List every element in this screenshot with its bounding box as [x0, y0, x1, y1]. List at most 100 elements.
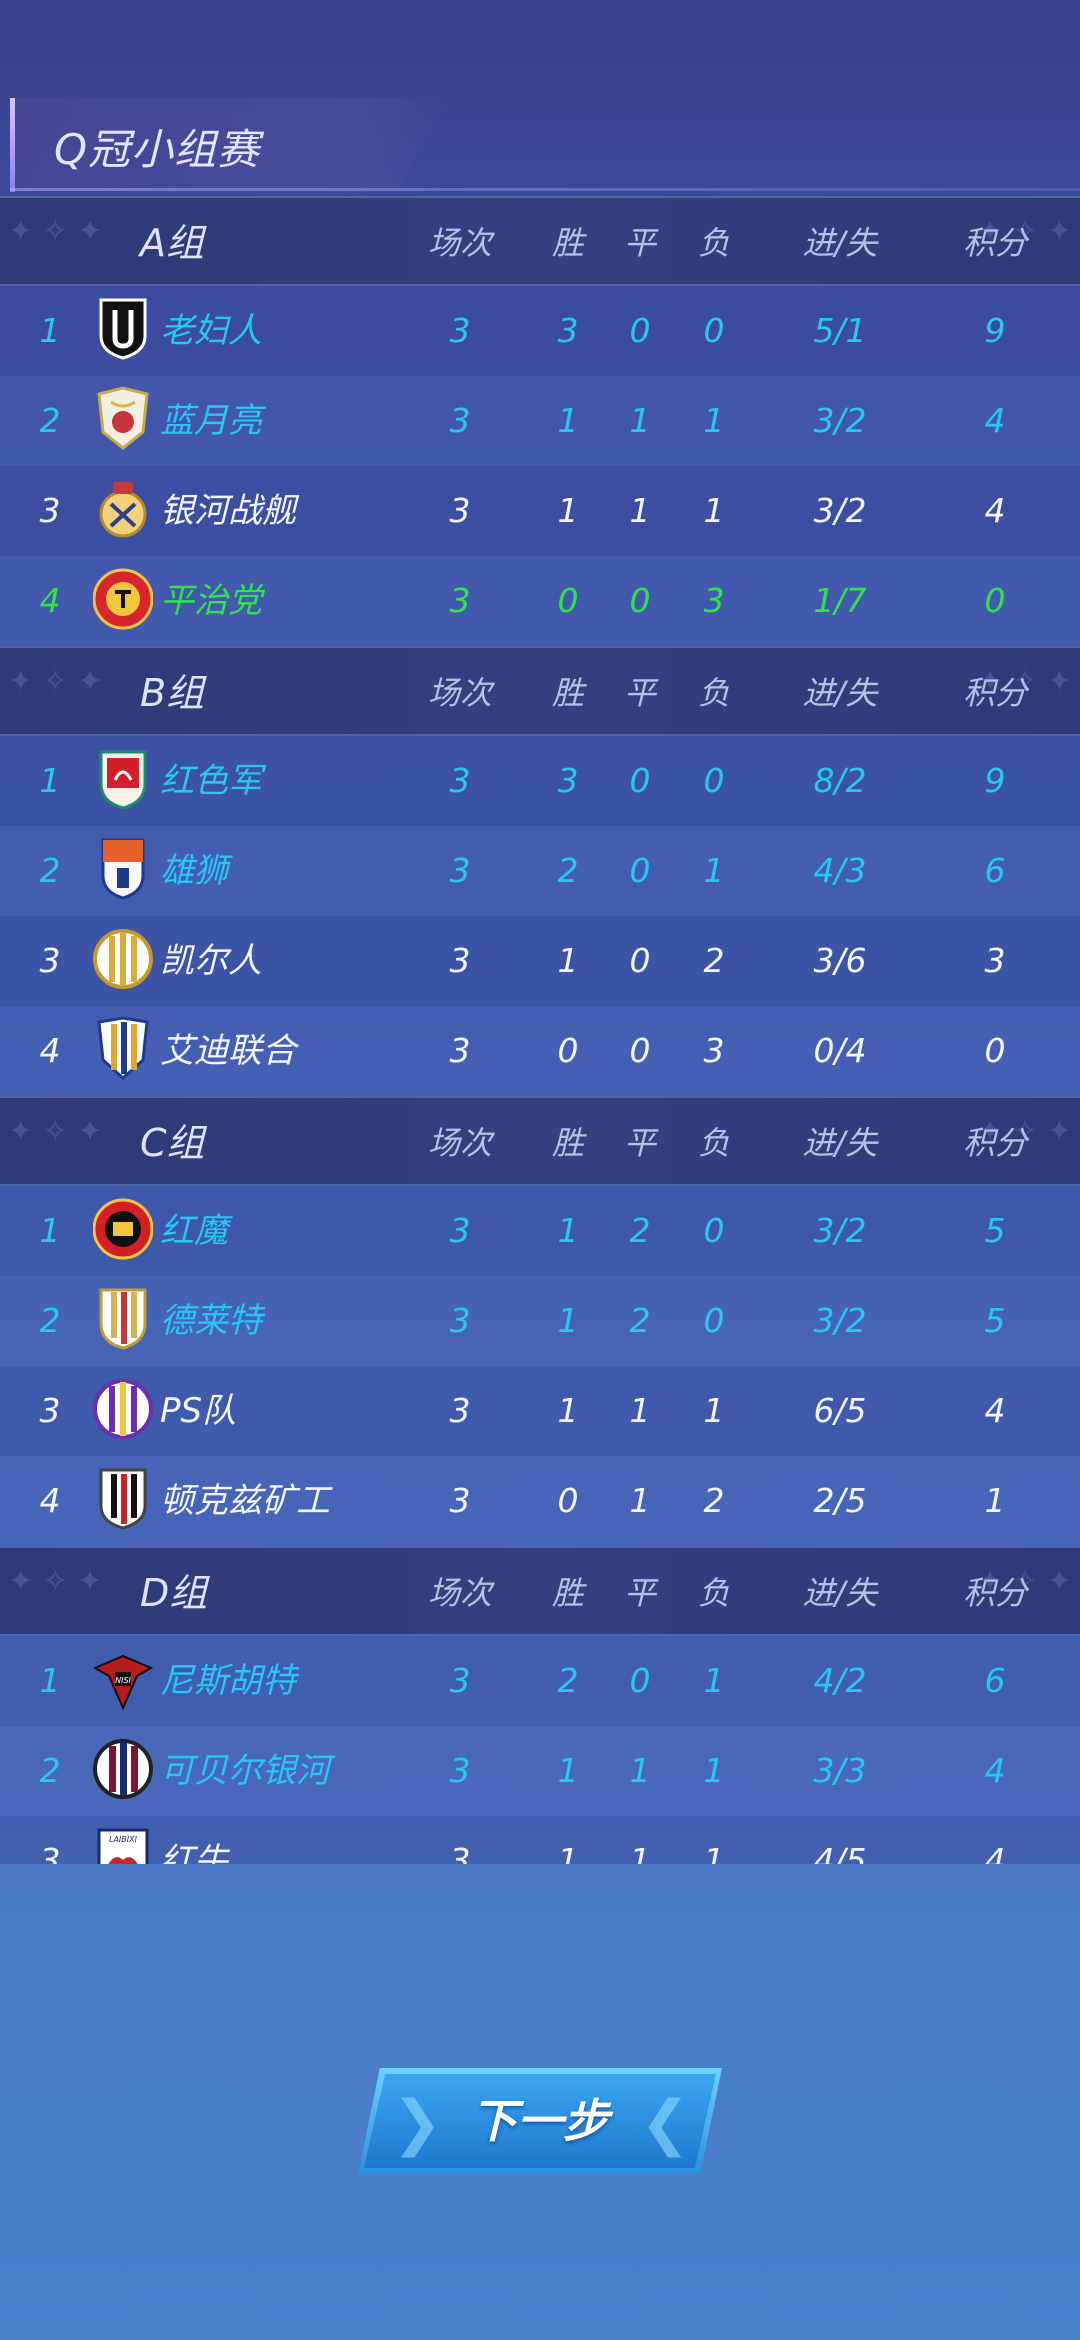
- team-points: 0: [984, 581, 1006, 620]
- team-lost: 1: [703, 1841, 725, 1864]
- team-lost: 1: [703, 1751, 725, 1790]
- team-row[interactable]: 2 蓝月亮 3 1 1 1 3/2 4: [0, 376, 1080, 466]
- team-lost: 0: [703, 1211, 725, 1250]
- team-goals: 3/2: [813, 491, 867, 530]
- crest-white-logo: [90, 386, 156, 456]
- maroon-stripes-logo: [90, 1736, 156, 1806]
- team-row[interactable]: 2 可贝尔银河 3 1 1 1 3/3 4: [0, 1726, 1080, 1816]
- header-goals: 进/失: [802, 674, 878, 712]
- team-drawn: 1: [629, 401, 651, 440]
- team-drawn: 1: [629, 1391, 651, 1430]
- team-name: 红色军: [160, 761, 262, 801]
- team-lost: 1: [703, 1391, 725, 1430]
- crest-red-logo: [90, 566, 156, 636]
- header-played: 场次: [427, 1124, 492, 1162]
- group-name: A组: [140, 221, 204, 265]
- team-played: 3: [449, 311, 471, 350]
- team-drawn: 0: [629, 1661, 651, 1700]
- team-goals: 3/2: [813, 1301, 867, 1340]
- team-goals: 3/2: [813, 401, 867, 440]
- header-goals: 进/失: [802, 1574, 878, 1612]
- group-header: D组 场次 胜 平 负 进/失 积分: [0, 1546, 1080, 1636]
- team-goals: 6/5: [813, 1391, 867, 1430]
- team-played: 3: [449, 761, 471, 800]
- team-drawn: 1: [629, 1751, 651, 1790]
- page-title: Q冠小组赛: [54, 125, 261, 174]
- team-lost: 0: [703, 1301, 725, 1340]
- team-played: 3: [449, 1031, 471, 1070]
- team-rank: 3: [39, 1841, 61, 1864]
- team-row[interactable]: 2 雄狮 3 2 0 1 4/3 6: [0, 826, 1080, 916]
- header-played: 场次: [427, 674, 492, 712]
- title-bar: Q冠小组赛: [10, 98, 450, 192]
- team-lost: 2: [703, 1481, 725, 1520]
- team-won: 1: [557, 1301, 579, 1340]
- team-row[interactable]: 1 老妇人 3 3 0 0 5/1 9: [0, 286, 1080, 376]
- header-drawn: 平: [623, 224, 656, 262]
- team-row[interactable]: 2 德莱特 3 1 2 0 3/2 5: [0, 1276, 1080, 1366]
- team-name: 银河战舰: [160, 491, 296, 531]
- header-goals: 进/失: [802, 1124, 878, 1162]
- team-points: 0: [984, 1031, 1006, 1070]
- team-row[interactable]: 3 银河战舰 3 1 1 1 3/2 4: [0, 466, 1080, 556]
- header-drawn: 平: [623, 1124, 656, 1162]
- header-points: 积分: [962, 1574, 1027, 1612]
- team-won: 1: [557, 491, 579, 530]
- team-row[interactable]: 1 NISI 尼斯胡特 3 2 0 1 4/2 6: [0, 1636, 1080, 1726]
- team-goals: 8/2: [813, 761, 867, 800]
- team-points: 4: [984, 401, 1006, 440]
- team-rank: 1: [39, 311, 61, 350]
- team-row[interactable]: 1 红魔 3 1 2 0 3/2 5: [0, 1186, 1080, 1276]
- team-lost: 2: [703, 941, 725, 980]
- team-row[interactable]: 3 凯尔人 3 1 0 2 3/6 3: [0, 916, 1080, 1006]
- team-lost: 0: [703, 311, 725, 350]
- team-rank: 3: [39, 941, 61, 980]
- team-won: 0: [557, 1481, 579, 1520]
- team-name: 顿克兹矿工: [160, 1481, 330, 1521]
- team-played: 3: [449, 1391, 471, 1430]
- team-won: 3: [557, 761, 579, 800]
- team-name: 红牛: [160, 1841, 228, 1864]
- team-row[interactable]: 1 红色军 3 3 0 0 8/2 9: [0, 736, 1080, 826]
- team-played: 3: [449, 1481, 471, 1520]
- team-won: 1: [557, 1841, 579, 1864]
- team-goals: 1/7: [813, 581, 867, 620]
- group-header: A组 场次 胜 平 负 进/失 积分: [0, 196, 1080, 286]
- team-lost: 1: [703, 851, 725, 890]
- header-lost: 负: [697, 1124, 730, 1162]
- team-goals: 4/5: [813, 1841, 867, 1864]
- group-name: B组: [140, 671, 205, 715]
- team-points: 4: [984, 1841, 1006, 1864]
- team-goals: 4/2: [813, 1661, 867, 1700]
- team-drawn: 0: [629, 311, 651, 350]
- team-won: 0: [557, 1031, 579, 1070]
- header-lost: 负: [697, 224, 730, 262]
- team-row[interactable]: 4 平治党 3 0 0 3 1/7 0: [0, 556, 1080, 646]
- team-rank: 3: [39, 491, 61, 530]
- team-rank: 3: [39, 1391, 61, 1430]
- stripes-gold-logo: [90, 926, 156, 996]
- team-row[interactable]: 3 LAIBIXI 红牛 3 1 1 1 4/5 4: [0, 1816, 1080, 1864]
- team-goals: 3/2: [813, 1211, 867, 1250]
- team-name: 蓝月亮: [160, 401, 262, 441]
- team-lost: 3: [703, 581, 725, 620]
- team-name: 雄狮: [160, 851, 228, 891]
- team-points: 1: [984, 1481, 1006, 1520]
- team-won: 1: [557, 1751, 579, 1790]
- next-button-label[interactable]: 下一步: [358, 2068, 722, 2174]
- laibixi-bull-logo: LAIBIXI: [90, 1826, 156, 1864]
- team-points: 3: [984, 941, 1006, 980]
- header-won: 胜: [551, 1124, 584, 1162]
- team-name: 尼斯胡特: [160, 1661, 296, 1701]
- team-row[interactable]: 4 顿克兹矿工 3 0 1 2 2/5 1: [0, 1456, 1080, 1546]
- team-rank: 4: [39, 1481, 61, 1520]
- team-points: 5: [984, 1301, 1006, 1340]
- team-points: 4: [984, 1751, 1006, 1790]
- team-name: 可贝尔银河: [160, 1751, 330, 1791]
- team-lost: 0: [703, 761, 725, 800]
- team-row[interactable]: 4 艾迪联合 3 0 0 3 0/4 0: [0, 1006, 1080, 1096]
- team-row[interactable]: 3 PS队 3 1 1 1 6/5 4: [0, 1366, 1080, 1456]
- team-goals: 3/6: [813, 941, 867, 980]
- team-lost: 1: [703, 491, 725, 530]
- team-won: 1: [557, 401, 579, 440]
